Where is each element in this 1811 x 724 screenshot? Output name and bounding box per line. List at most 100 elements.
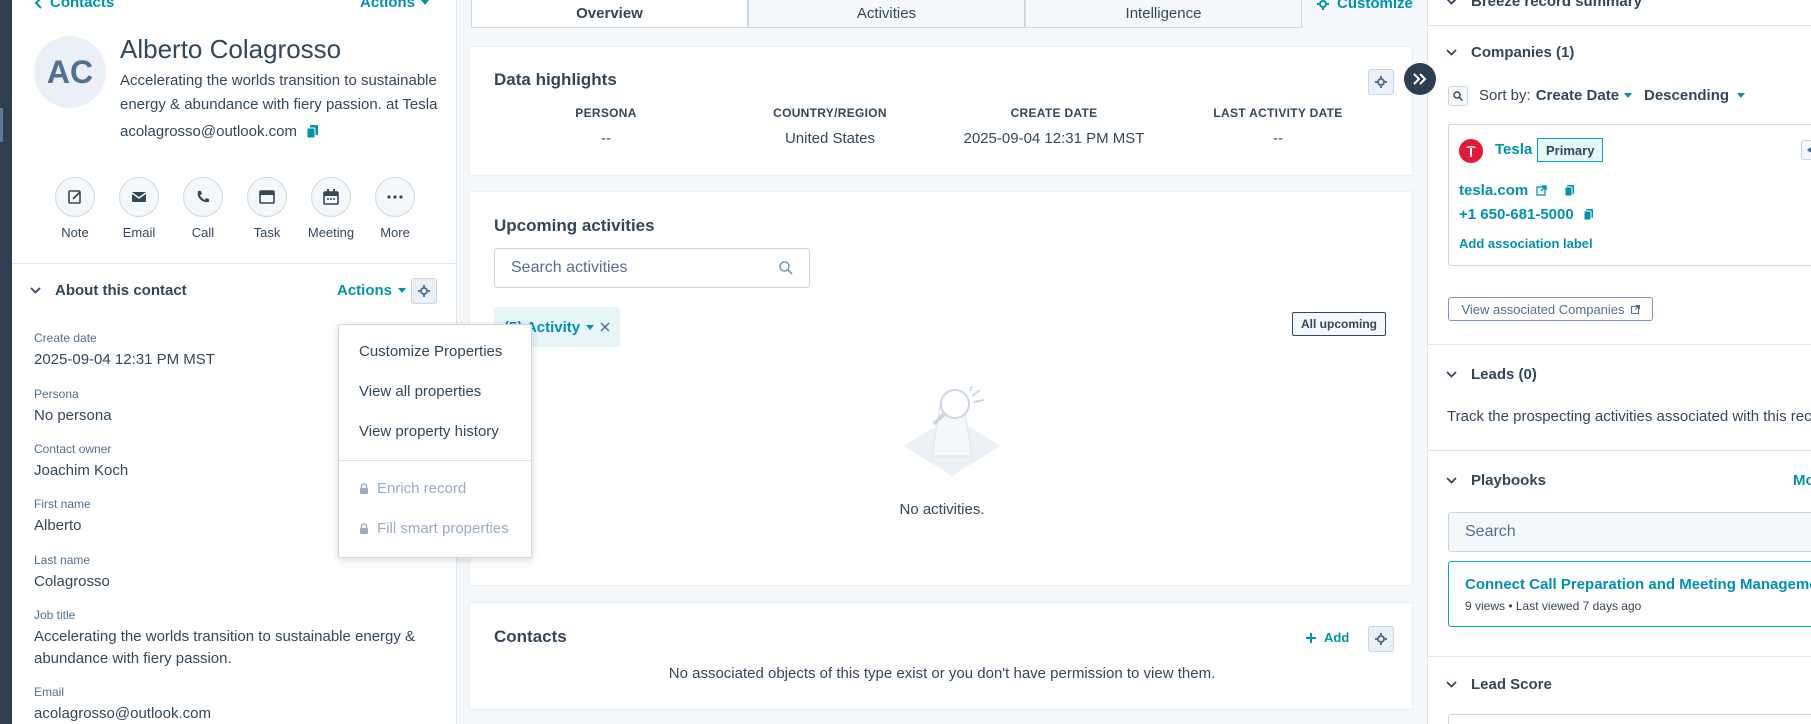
tab-activities[interactable]: Activities: [748, 0, 1025, 28]
highlight-last-activity: LAST ACTIVITY DATE --: [1166, 106, 1390, 147]
playbooks-section-toggle[interactable]: Playbooks: [1446, 472, 1546, 489]
tab-overview[interactable]: Overview: [471, 0, 748, 28]
chevron-left-icon: [34, 0, 42, 9]
task-action[interactable]: Task: [235, 177, 299, 240]
about-actions-label: Actions: [337, 282, 393, 299]
about-actions-menu[interactable]: Actions: [337, 282, 407, 299]
copy-icon[interactable]: [1583, 209, 1593, 220]
prop-value-first-name[interactable]: Alberto: [34, 515, 82, 537]
dropdown-item-customize-properties[interactable]: Customize Properties: [359, 343, 502, 360]
dropdown-item-fill-smart-properties: Fill smart properties: [359, 520, 509, 537]
section-divider: [1428, 656, 1811, 657]
view-associated-companies-button[interactable]: View associated Companies: [1448, 297, 1653, 321]
companies-section-toggle[interactable]: Companies (1): [1446, 44, 1574, 61]
company-domain-link[interactable]: tesla.com: [1459, 182, 1528, 199]
playbooks-more-link[interactable]: Mo: [1793, 472, 1811, 489]
customize-label: Customize: [1337, 0, 1413, 12]
tab-intelligence[interactable]: Intelligence: [1025, 0, 1302, 28]
contacts-card-title: Contacts: [494, 627, 567, 646]
section-divider: [1428, 25, 1811, 26]
company-phone-link[interactable]: +1 650-681-5000: [1459, 206, 1574, 223]
copy-icon[interactable]: [1565, 185, 1575, 196]
top-actions-menu[interactable]: Actions: [360, 0, 430, 11]
playbook-item[interactable]: Connect Call Preparation and Meeting Man…: [1448, 561, 1811, 627]
highlight-head-last-activity: LAST ACTIVITY DATE: [1213, 106, 1343, 120]
prop-label-persona: Persona: [34, 387, 79, 401]
contacts-settings-button[interactable]: [1368, 626, 1394, 652]
breeze-summary-title: Breeze record summary: [1471, 0, 1642, 10]
prop-value-contact-owner[interactable]: Joachim Koch: [34, 460, 128, 482]
highlight-value-persona: --: [601, 130, 611, 147]
companies-search-button[interactable]: [1448, 86, 1468, 106]
more-action[interactable]: More: [363, 177, 427, 240]
leads-title: Leads (0): [1471, 366, 1537, 383]
dropdown-divider: [339, 460, 531, 461]
prop-value-job-title-line2[interactable]: abundance with fiery passion.: [34, 648, 232, 670]
double-chevron-right-icon: [1413, 73, 1427, 85]
sort-direction-value: Descending: [1644, 87, 1730, 104]
collapse-sidebar-button[interactable]: [1404, 63, 1436, 95]
sort-direction-control[interactable]: Descending: [1644, 87, 1746, 104]
external-link-icon[interactable]: [1536, 185, 1547, 196]
highlights-settings-button[interactable]: [1368, 69, 1394, 95]
meeting-action[interactable]: Meeting: [299, 177, 363, 240]
enrich-record-label: Enrich record: [377, 480, 467, 497]
eye-icon: [1807, 147, 1811, 153]
note-action[interactable]: Note: [43, 177, 107, 240]
dropdown-item-view-property-history[interactable]: View property history: [359, 423, 499, 440]
highlight-persona: PERSONA --: [494, 106, 718, 147]
note-label: Note: [61, 225, 89, 240]
add-contact-button[interactable]: Add: [1306, 630, 1349, 645]
prop-value-persona[interactable]: No persona: [34, 405, 112, 427]
search-icon: [779, 261, 793, 275]
prop-value-job-title-line1[interactable]: Accelerating the worlds transition to su…: [34, 626, 415, 648]
all-upcoming-button[interactable]: All upcoming: [1292, 312, 1386, 336]
meeting-label: Meeting: [307, 225, 355, 240]
preview-button[interactable]: [1801, 140, 1811, 160]
chevron-down-icon: [1446, 49, 1457, 56]
contact-email-row: acolagrosso@outlook.com: [120, 123, 318, 140]
chevron-down-icon: [30, 287, 41, 294]
lock-icon: [360, 483, 368, 494]
close-icon[interactable]: [600, 322, 610, 332]
main-content: Overview Activities Intelligence Customi…: [457, 0, 1436, 724]
add-association-label-link[interactable]: Add association label: [1459, 236, 1593, 251]
contacts-card: Contacts Add No associated objects of th…: [469, 602, 1413, 710]
call-label: Call: [191, 225, 215, 240]
customize-tabs-button[interactable]: Customize: [1317, 0, 1413, 12]
breeze-summary-toggle[interactable]: Breeze record summary: [1446, 0, 1642, 10]
contact-name[interactable]: Alberto Colagrosso: [120, 34, 341, 65]
task-label: Task: [253, 225, 281, 240]
prop-value-last-name[interactable]: Colagrosso: [34, 571, 110, 593]
nav-selected-indicator: [0, 108, 3, 142]
prop-value-create-date[interactable]: 2025-09-04 12:31 PM MST: [34, 349, 215, 371]
dropdown-item-view-all-properties[interactable]: View all properties: [359, 383, 481, 400]
back-to-contacts-link[interactable]: Contacts: [34, 0, 114, 11]
playbooks-title: Playbooks: [1471, 472, 1547, 489]
search-activities-input[interactable]: Search activities: [494, 248, 810, 288]
prop-value-email[interactable]: acolagrosso@outlook.com: [34, 703, 211, 724]
sort-by-value: Create Date: [1535, 87, 1620, 104]
company-name-link[interactable]: Tesla: [1495, 141, 1532, 158]
email-action[interactable]: Email: [107, 177, 171, 240]
playbooks-search-input[interactable]: Search: [1448, 512, 1811, 552]
leads-section-toggle[interactable]: Leads (0): [1446, 366, 1537, 383]
sort-by-control[interactable]: Sort by: Create Date: [1479, 87, 1633, 104]
companies-title: Companies (1): [1471, 44, 1575, 61]
about-section-toggle[interactable]: About this contact: [30, 282, 187, 299]
highlight-value-create-date: 2025-09-04 12:31 PM MST: [963, 130, 1145, 147]
playbook-item-title[interactable]: Connect Call Preparation and Meeting Man…: [1465, 576, 1811, 593]
email-label: Email: [122, 225, 156, 240]
contact-headline-line1: Accelerating the worlds transition to su…: [120, 72, 437, 89]
task-icon: [259, 190, 275, 204]
gear-icon: [1375, 76, 1387, 88]
section-divider: [12, 263, 456, 264]
action-buttons-row: Note Email Call Task Meeting More: [43, 177, 427, 240]
call-action[interactable]: Call: [171, 177, 235, 240]
lead-score-section-toggle[interactable]: Lead Score: [1446, 676, 1552, 693]
about-settings-button[interactable]: [411, 278, 437, 304]
about-section-title: About this contact: [55, 282, 187, 299]
chevron-down-icon: [1446, 477, 1457, 484]
caret-down-icon: [1737, 93, 1746, 98]
copy-icon[interactable]: [306, 125, 318, 138]
